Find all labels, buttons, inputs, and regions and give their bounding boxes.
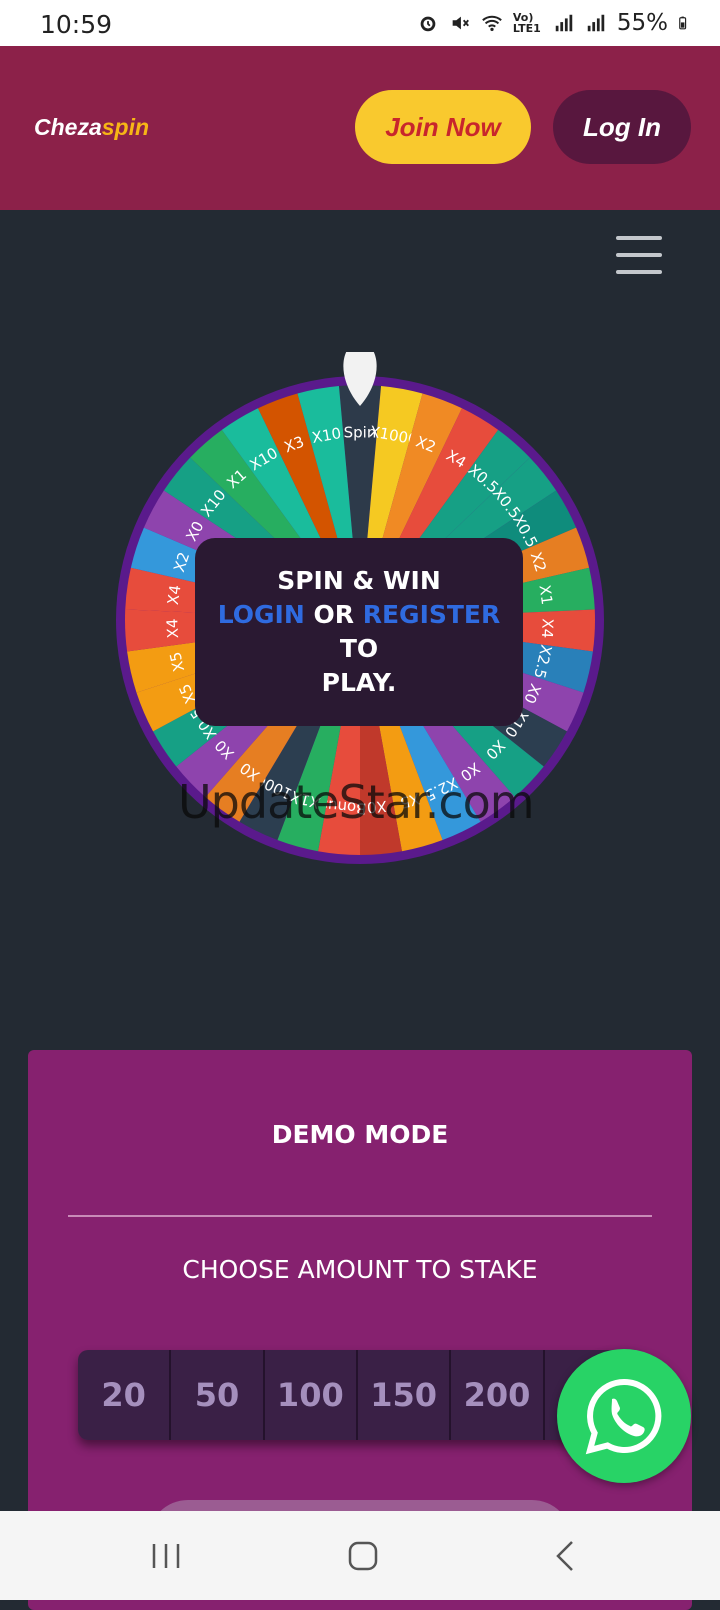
stake-button-100[interactable]: 100 — [264, 1350, 358, 1440]
recent-apps-icon[interactable] — [146, 1536, 186, 1576]
whatsapp-button[interactable] — [557, 1349, 691, 1483]
stake-button-20[interactable]: 20 — [78, 1350, 172, 1440]
overlay-headline: SPIN & WIN — [277, 566, 441, 595]
chezaspin-logo[interactable]: Chezaspin — [34, 114, 149, 141]
divider — [68, 1215, 652, 1217]
status-icons: Vo) LTE1 55% — [417, 10, 692, 36]
login-prompt-overlay: SPIN & WIN LOGIN OR REGISTER TO PLAY. — [195, 538, 523, 726]
login-link[interactable]: LOGIN — [218, 600, 305, 629]
wheel-segment-label: X4 — [164, 584, 184, 606]
battery-percent: 55% — [616, 10, 668, 36]
alarm-icon — [420, 16, 436, 32]
wheel-segment-label: X1 — [536, 584, 556, 606]
site-header: Chezaspin Join Now Log In — [0, 46, 720, 210]
stake-button-150[interactable]: 150 — [357, 1350, 452, 1440]
battery-icon — [679, 16, 687, 30]
home-icon[interactable] — [343, 1536, 383, 1576]
status-bar: 10:59 Vo) LTE1 55% — [0, 0, 720, 46]
wheel-segment-label: X4 — [163, 618, 182, 639]
hamburger-menu-icon[interactable] — [616, 236, 662, 274]
overlay-line-2: LOGIN OR REGISTER TO — [195, 598, 523, 666]
register-link[interactable]: REGISTER — [363, 600, 501, 629]
signal-icon — [587, 14, 605, 32]
wifi-icon — [482, 15, 502, 32]
stake-button-200[interactable]: 200 — [451, 1350, 545, 1440]
stake-options: 20 50 100 150 200 — [78, 1350, 638, 1440]
wheel-segment-label: X4 — [538, 618, 557, 639]
lte-icon: Vo) LTE1 — [512, 11, 541, 35]
status-time: 10:59 — [40, 10, 113, 39]
join-now-button[interactable]: Join Now — [355, 90, 531, 164]
stake-label: CHOOSE AMOUNT TO STAKE — [182, 1255, 538, 1284]
mute-icon — [452, 16, 469, 30]
stake-button-50[interactable]: 50 — [171, 1350, 265, 1440]
overlay-to-text: TO — [339, 634, 379, 663]
back-icon[interactable] — [546, 1536, 586, 1576]
logo-main-text: Cheza — [34, 114, 102, 140]
overlay-or-text: OR — [313, 600, 354, 629]
overlay-line-3: PLAY. — [321, 668, 397, 697]
whatsapp-icon — [585, 1378, 662, 1455]
log-in-button[interactable]: Log In — [553, 90, 691, 164]
demo-mode-title: DEMO MODE — [271, 1120, 449, 1149]
system-nav-bar — [0, 1511, 720, 1600]
logo-accent-text: spin — [101, 114, 150, 140]
signal-icon — [555, 14, 573, 32]
watermark-text: UpdateStar.com — [178, 775, 535, 829]
